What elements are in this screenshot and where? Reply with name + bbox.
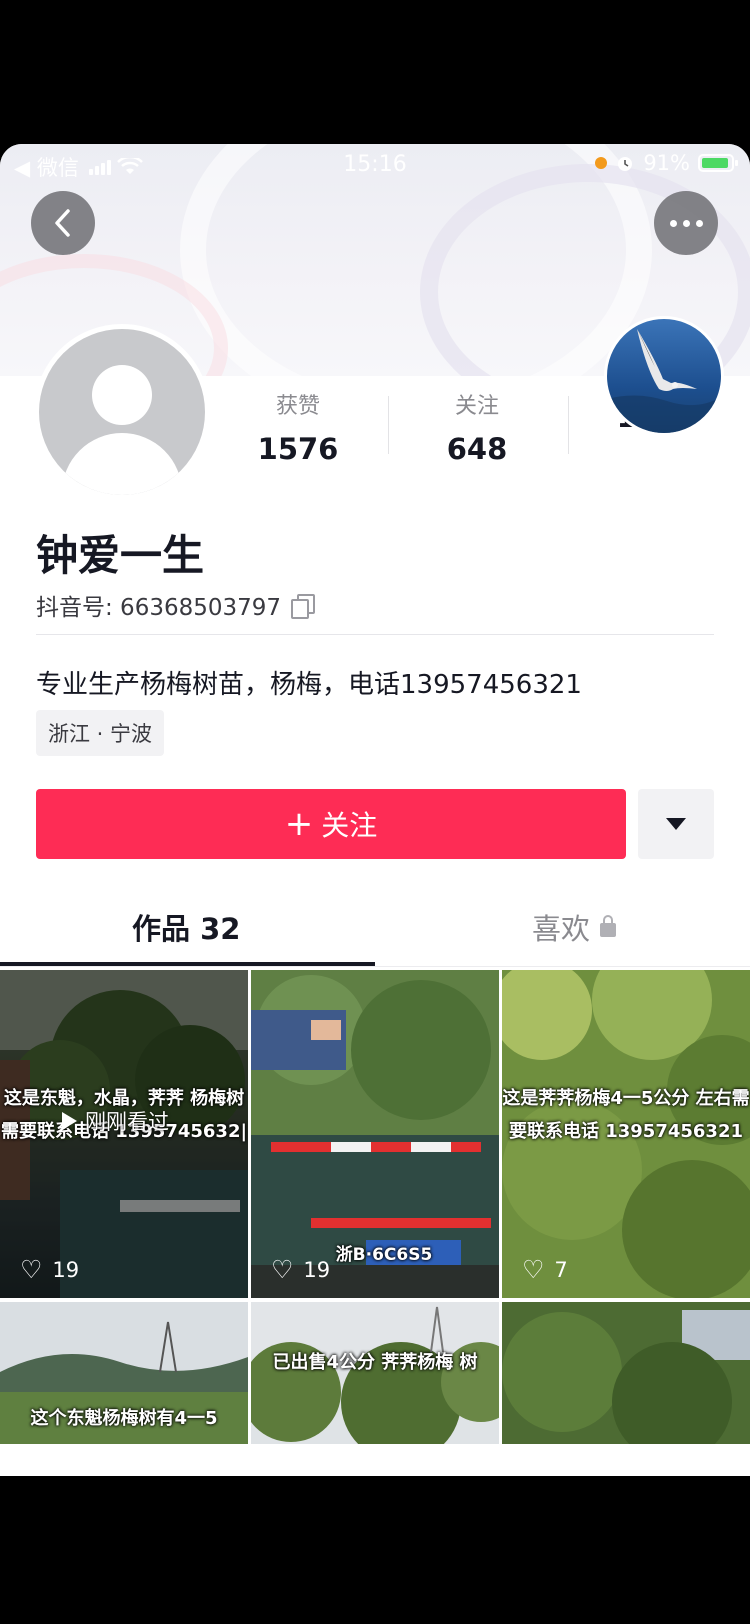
stat-following[interactable]: 关注 648	[412, 388, 542, 466]
chevron-left-icon	[55, 209, 70, 237]
recently-watched-badge: 刚刚看过	[62, 1106, 169, 1136]
douyin-id-row: 抖音号: 66368503797	[36, 588, 316, 622]
video-thumbnail[interactable]	[502, 1302, 750, 1444]
stat-divider	[568, 396, 569, 454]
like-count-value: 7	[554, 1257, 568, 1282]
caret-down-icon	[666, 818, 686, 830]
recommend-dropdown-button[interactable]	[638, 789, 714, 859]
stat-label: 获赞	[275, 394, 320, 419]
back-button[interactable]	[31, 191, 95, 255]
profile-name: 钟爱一生	[36, 531, 205, 580]
avatar-head	[92, 365, 152, 425]
like-count: ♡ 19	[271, 1257, 330, 1282]
heart-icon: ♡	[271, 1255, 294, 1284]
like-count-value: 19	[303, 1257, 331, 1282]
heart-icon: ♡	[20, 1255, 43, 1284]
alarm-icon	[618, 157, 633, 171]
stat-value: 648	[446, 432, 508, 466]
tab-likes-label: 喜欢	[532, 912, 591, 946]
location-tag: 浙江 · 宁波	[36, 710, 165, 756]
more-dot-icon	[669, 219, 677, 227]
avatar-body	[62, 433, 182, 495]
divider	[36, 634, 714, 635]
like-count: ♡ 7	[522, 1257, 568, 1282]
follow-button[interactable]: + 关注	[36, 789, 626, 859]
like-count: ♡ 19	[20, 1257, 79, 1282]
recording-dot-icon	[595, 157, 608, 169]
heart-icon: ♡	[522, 1255, 545, 1284]
profile-screen: ◀ 微信 15:16 91% 获赞 1576 关注 648 1014	[0, 144, 750, 1476]
more-options-button[interactable]	[654, 191, 718, 255]
battery-icon	[698, 154, 738, 172]
profile-avatar[interactable]	[34, 324, 210, 500]
recently-watched-label: 刚刚看过	[85, 1110, 169, 1134]
battery-percent: 91%	[643, 151, 690, 175]
license-plate: 浙B·6C6S5	[335, 1245, 433, 1265]
video-caption: 已出售4公分 荠荠杨梅 树	[272, 1352, 478, 1373]
seabird-image	[607, 329, 721, 433]
lock-icon	[600, 915, 617, 937]
like-count-value: 19	[52, 1257, 80, 1282]
stat-likes[interactable]: 获赞 1576	[233, 388, 363, 466]
copy-icon[interactable]	[291, 594, 316, 619]
status-right: 91%	[595, 151, 738, 175]
tab-works[interactable]: 作品 32	[132, 906, 240, 948]
tab-likes[interactable]: 喜欢	[532, 906, 617, 948]
stat-divider	[388, 396, 389, 454]
video-caption: 这是荠荠杨梅4一5公分 左右需要联系电话 13957456321	[502, 1088, 750, 1142]
video-thumbnail[interactable]: 浙B·6C6S5 ♡ 19	[251, 970, 499, 1298]
play-icon	[62, 1112, 77, 1130]
video-caption: 这个东魁杨梅树有4一5	[30, 1408, 218, 1429]
more-dot-icon	[682, 219, 690, 227]
video-thumbnail[interactable]: 这个东魁杨梅树有4一5	[0, 1302, 248, 1444]
douyin-id: 抖音号: 66368503797	[36, 595, 282, 621]
recommended-user-avatar[interactable]	[604, 316, 724, 436]
tab-divider	[0, 966, 750, 967]
plus-icon: +	[284, 804, 314, 844]
stat-label: 关注	[454, 394, 499, 419]
stat-value: 1576	[257, 432, 339, 466]
tree-scene-image	[502, 1302, 750, 1444]
follow-label: 关注	[321, 809, 378, 842]
video-thumbnail[interactable]: 这是东魁，水晶，荠荠 杨梅树需要联系电话 1395745632| 刚刚看过 ♡ …	[0, 970, 248, 1298]
video-thumbnail[interactable]: 已出售4公分 荠荠杨梅 树	[251, 1302, 499, 1444]
video-thumbnail[interactable]: 这是荠荠杨梅4一5公分 左右需要联系电话 13957456321 ♡ 7	[502, 970, 750, 1298]
more-dot-icon	[695, 219, 703, 227]
profile-bio: 专业生产杨梅树苗，杨梅，电话13957456321	[36, 670, 582, 700]
status-bar: ◀ 微信 15:16 91%	[0, 144, 750, 188]
